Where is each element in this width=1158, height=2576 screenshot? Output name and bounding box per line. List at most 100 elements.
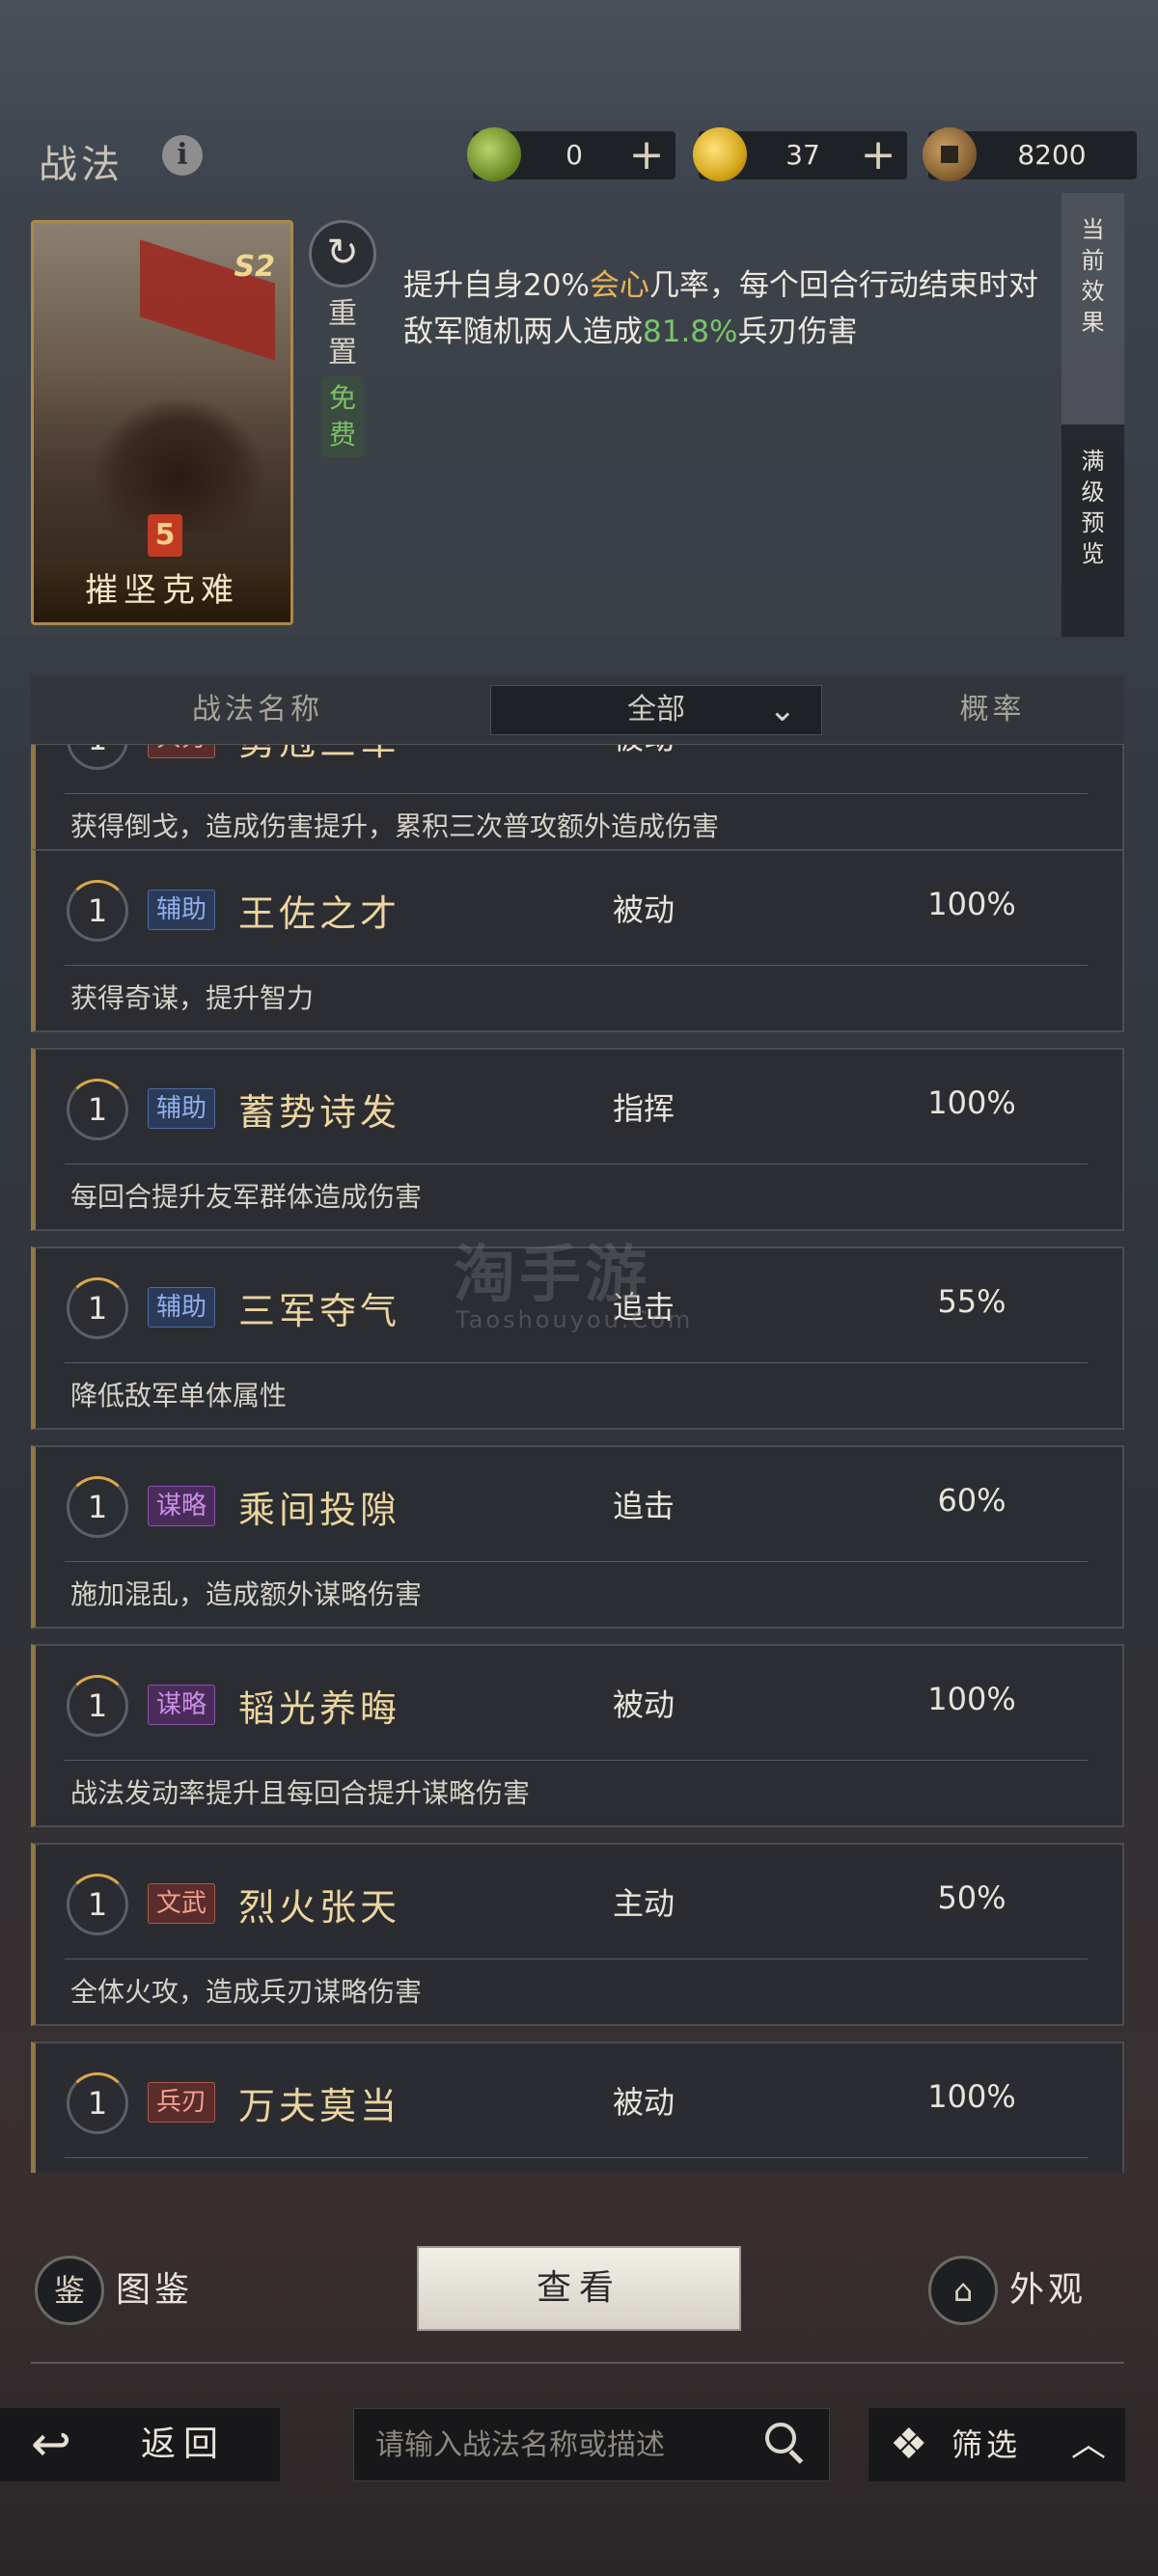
reset-label[interactable]: 重置 <box>321 295 364 372</box>
skill-row[interactable]: 1 谋略 韬光养晦 被动 100% 战法发动率提升且每回合提升谋略伤害 <box>31 1644 1124 1827</box>
skill-rate: 100% <box>927 1681 1016 1717</box>
bottom-bar: ↩ 返回 ❖ 筛选 ︿ <box>0 2402 1158 2483</box>
gold-coin-icon <box>693 127 747 181</box>
skill-name: 乘间投隙 <box>238 1489 401 1531</box>
appearance-label: 外观 <box>1009 2270 1088 2310</box>
card-name: 摧坚克难 <box>34 559 290 622</box>
info-icon[interactable]: i <box>162 135 203 176</box>
skill-rate: 100% <box>927 1084 1016 1121</box>
skill-description: 每回合提升友军群体造成伤害 <box>70 1181 423 1213</box>
skill-type: 被动 <box>586 745 702 758</box>
handbook-icon: 鉴 <box>35 2256 104 2325</box>
filter-label: 筛选 <box>951 2426 1022 2463</box>
top-bar: 战法 i 0 + 37 + 8200 <box>0 116 1158 193</box>
skill-type: 主动 <box>612 1885 675 1922</box>
skill-level-ring: 1 <box>67 1476 128 1538</box>
appearance-button[interactable]: ⌂ 外观 <box>928 2256 1121 2325</box>
skill-row[interactable]: 1 兵刃 万夫莫当 被动 100% <box>31 2042 1124 2173</box>
skill-level-ring: 1 <box>67 2072 128 2134</box>
season-badge: S2 <box>234 250 275 284</box>
skill-card[interactable]: S2 5 摧坚克难 <box>31 220 293 625</box>
skill-row[interactable]: 1 辅助 王佐之才 被动 100% 获得奇谋，提升智力 <box>31 849 1124 1032</box>
skill-category-tag: 兵刃 <box>148 745 216 758</box>
skill-name: 三军夺气 <box>238 1290 401 1332</box>
skill-level-ring: 1 <box>67 1874 128 1935</box>
skill-description: 获得奇谋，提升智力 <box>70 982 315 1014</box>
divider <box>31 2362 1124 2364</box>
skill-name: 勇冠三军 <box>238 745 400 765</box>
handbook-button[interactable]: 鉴 图鉴 <box>35 2256 208 2325</box>
skill-name: 万夫莫当 <box>238 2085 401 2127</box>
reset-control[interactable]: ↻ 重置 免费 <box>309 220 376 471</box>
chevron-up-icon: ︿ <box>1070 2425 1106 2464</box>
type-filter-dropdown[interactable]: 全部 ⌄ <box>490 685 822 735</box>
skill-row[interactable]: 1 辅助 蓄势诗发 指挥 100% 每回合提升友军群体造成伤害 <box>31 1048 1124 1231</box>
row-divider <box>65 2157 1088 2158</box>
skill-row[interactable]: 1 文武 烈火张天 主动 50% 全体火攻，造成兵刃谋略伤害 <box>31 1843 1124 2026</box>
tab-max-level-preview[interactable]: 满级预览 <box>1062 425 1124 637</box>
chevron-down-icon: ⌄ <box>768 691 797 729</box>
skill-type: 追击 <box>612 1488 675 1524</box>
reset-icon[interactable]: ↻ <box>309 220 376 288</box>
rank-badge: 5 <box>148 514 182 557</box>
skill-name: 王佐之才 <box>238 892 401 935</box>
list-header: 战法名称 全部 ⌄ 概率 <box>31 675 1124 745</box>
skill-category-tag: 谋略 <box>148 1685 216 1725</box>
add-gold-button[interactable]: + <box>857 131 899 179</box>
column-skill-name: 战法名称 <box>192 693 323 726</box>
search-input[interactable] <box>354 2409 740 2480</box>
row-divider <box>65 793 1088 794</box>
skill-rate: 100% <box>927 886 1016 922</box>
add-jade-button[interactable]: + <box>625 131 668 179</box>
filter-diamond-icon: ❖ <box>890 2420 928 2469</box>
effect-damage-value: 81.8% <box>643 315 738 349</box>
skill-rate: 100% <box>927 2078 1016 2115</box>
filter-button[interactable]: ❖ 筛选 ︿ <box>868 2408 1125 2481</box>
skill-type: 被动 <box>612 891 675 928</box>
row-divider <box>65 1760 1088 1761</box>
skill-type: 指挥 <box>612 1090 675 1127</box>
back-button[interactable]: ↩ 返回 <box>0 2408 280 2481</box>
effect-description: 提升自身20%会心几率，每个回合行动结束时对敌军随机两人造成81.8%兵刃伤害 <box>403 262 1060 355</box>
jade-currency: 0 + <box>467 127 676 181</box>
search-box[interactable] <box>353 2408 830 2481</box>
back-label: 返回 <box>141 2425 227 2464</box>
skill-rate: 100% <box>875 745 1068 751</box>
skill-level-ring: 1 <box>67 1277 128 1339</box>
skill-type: 被动 <box>612 2084 675 2121</box>
skill-detail-panel: S2 5 摧坚克难 ↻ 重置 免费 提升自身20%会心几率，每个回合行动结束时对… <box>0 193 1124 637</box>
row-divider <box>65 1164 1088 1165</box>
reset-cost-badge: 免费 <box>321 376 364 457</box>
skill-list[interactable]: 1兵刃勇冠三军被动100%获得倒戈，造成伤害提升，累积三次普攻额外造成伤害1辅助… <box>31 745 1124 2173</box>
type-filter-value: 全部 <box>627 693 685 726</box>
search-icon[interactable] <box>765 2423 808 2465</box>
skill-rate: 55% <box>937 1283 1006 1320</box>
skill-level-ring: 1 <box>67 745 128 770</box>
skill-type: 被动 <box>612 1686 675 1723</box>
skill-category-tag: 辅助 <box>148 1088 216 1129</box>
skill-category-tag: 谋略 <box>148 1486 216 1526</box>
jade-amount: 0 <box>565 139 583 171</box>
watermark-url: Taoshouyou.Com <box>455 1306 694 1333</box>
skill-name: 韬光养晦 <box>238 1687 401 1730</box>
skill-level-ring: 1 <box>67 880 128 942</box>
jade-coin-icon <box>467 127 521 181</box>
copper-coin-icon <box>923 127 977 181</box>
skill-rate: 50% <box>937 1879 1006 1916</box>
skill-category-tag: 辅助 <box>148 1287 216 1328</box>
skill-description: 全体火攻，造成兵刃谋略伤害 <box>70 1976 423 2008</box>
column-rate: 概率 <box>959 693 1026 726</box>
tab-current-effect[interactable]: 当前效果 <box>1062 193 1124 425</box>
skill-row[interactable]: 1 谋略 乘间投隙 追击 60% 施加混乱，造成额外谋略伤害 <box>31 1445 1124 1629</box>
gold-currency: 37 + <box>693 127 907 181</box>
skill-row[interactable]: 1 兵刃 勇冠三军 被动 100% 获得倒戈，造成伤害提升，累积三次普攻额外造成伤害 <box>31 745 1124 861</box>
handbook-label: 图鉴 <box>116 2270 194 2310</box>
view-button[interactable]: 查看 <box>417 2246 741 2331</box>
watermark-logo: 淘手游 <box>454 1240 650 1311</box>
row-divider <box>65 965 1088 966</box>
tab-current-effect-label: 当前效果 <box>1081 216 1105 336</box>
skill-description: 获得倒戈，造成伤害提升，累积三次普攻额外造成伤害 <box>70 810 720 842</box>
back-arrow-icon: ↩ <box>31 2416 71 2472</box>
skill-level-ring: 1 <box>67 1079 128 1140</box>
row-divider <box>65 1561 1088 1562</box>
